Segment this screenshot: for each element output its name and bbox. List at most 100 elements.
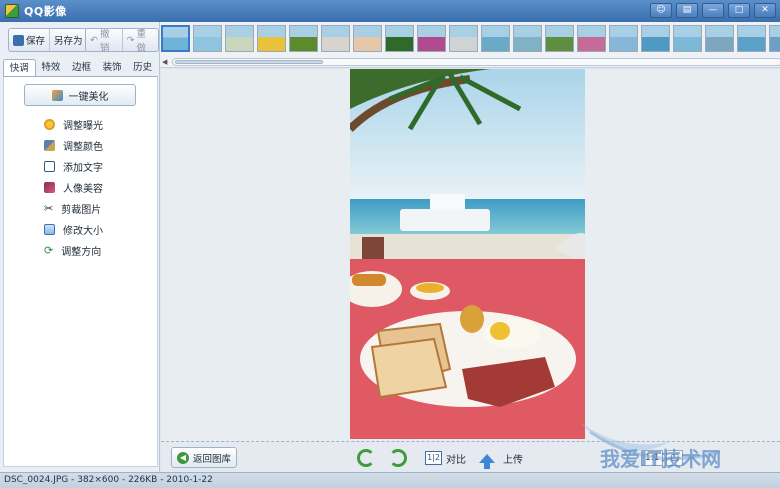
menu-item-resize[interactable]: 修改大小 xyxy=(44,219,103,240)
menu-item-exposure[interactable]: 调整曝光 xyxy=(44,114,103,135)
rotate-right-icon xyxy=(389,449,407,467)
photo-preview[interactable] xyxy=(350,69,585,439)
thumbnail[interactable] xyxy=(609,25,638,52)
upload-label: 上传 xyxy=(503,454,523,466)
zoom-control[interactable]: 1:1 ▢ xyxy=(641,449,683,466)
thumbnail[interactable] xyxy=(161,25,190,52)
close-icon[interactable]: ✕ xyxy=(754,3,776,18)
thumbnail[interactable] xyxy=(353,25,382,52)
thumbnail[interactable] xyxy=(577,25,606,52)
thumbnail[interactable] xyxy=(321,25,350,52)
back-arrow-icon: ◀ xyxy=(177,451,189,464)
menu-item-text[interactable]: 添加文字 xyxy=(44,156,103,177)
tab-effects[interactable]: 特效 xyxy=(36,59,67,76)
one-key-beautify-button[interactable]: 一键美化 xyxy=(24,84,136,106)
thumbnail[interactable] xyxy=(385,25,414,52)
menu-item-portrait[interactable]: 人像美容 xyxy=(44,177,103,198)
save-as-label: 另存为 xyxy=(54,36,83,47)
thumbnail[interactable] xyxy=(641,25,670,52)
minimize-icon[interactable]: — xyxy=(702,3,724,18)
thumbnail[interactable] xyxy=(769,25,780,52)
undo-icon: ↶ xyxy=(90,34,98,46)
bottom-toolbar: ◀ 返回图库 1|2 对比 上传 1:1 ▢ xyxy=(161,441,780,472)
app-logo-icon xyxy=(5,4,19,18)
tab-quick[interactable]: 快调 xyxy=(3,59,36,76)
thumbnail[interactable] xyxy=(673,25,702,52)
undo-label: 撤销 xyxy=(99,29,110,54)
maximize-icon[interactable]: □ xyxy=(728,3,750,18)
scrollbar-thumb[interactable] xyxy=(175,60,323,64)
thumbnail-list xyxy=(161,25,780,52)
save-button[interactable]: 保存 xyxy=(9,29,49,51)
menu-item-label: 调整方向 xyxy=(61,247,102,258)
save-as-button[interactable]: 另存为 xyxy=(49,29,87,51)
menu-item-label: 调整颜色 xyxy=(63,142,103,153)
thumbnail[interactable] xyxy=(449,25,478,52)
menu-item-color[interactable]: 调整颜色 xyxy=(44,135,103,156)
sun-icon xyxy=(44,119,55,130)
thumbnail[interactable] xyxy=(257,25,286,52)
magic-wand-icon xyxy=(51,89,63,101)
title-bar: QQ影像 ☺ ▤ — □ ✕ xyxy=(0,0,780,22)
thumbnail-strip: ◀ xyxy=(160,22,780,68)
thumbnail[interactable] xyxy=(545,25,574,52)
menu-item-label: 剪裁图片 xyxy=(61,205,102,216)
horizontal-scrollbar[interactable] xyxy=(172,58,780,66)
window-title: QQ影像 xyxy=(24,5,67,18)
tab-decorations[interactable]: 装饰 xyxy=(97,59,128,76)
text-icon xyxy=(44,161,55,172)
quick-panel: 一键美化 调整曝光 调整颜色 添加文字 人像美容 ✂ 剪裁图片 修改大小 ⟳ 调… xyxy=(3,77,158,467)
upload-button[interactable]: 上传 xyxy=(479,448,523,469)
compare-button[interactable]: 1|2 对比 xyxy=(425,448,466,468)
menu-item-orientation[interactable]: ⟳ 调整方向 xyxy=(44,240,103,261)
tool-tabs: 快调 特效 边框 装饰 历史 xyxy=(3,59,158,77)
thumbnail[interactable] xyxy=(737,25,766,52)
thumbnail[interactable] xyxy=(193,25,222,52)
rotate-icon: ⟳ xyxy=(44,244,54,257)
thumbnail[interactable] xyxy=(705,25,734,52)
quick-menu: 调整曝光 调整颜色 添加文字 人像美容 ✂ 剪裁图片 修改大小 ⟳ 调整方向 xyxy=(44,114,103,261)
rotate-right-button[interactable] xyxy=(389,448,407,468)
portrait-icon xyxy=(44,182,55,193)
thumbnail[interactable] xyxy=(513,25,542,52)
undo-button[interactable]: ↶ 撤销 xyxy=(86,29,122,54)
save-group: 保存 另存为 xyxy=(8,28,88,52)
thumbnail[interactable] xyxy=(225,25,254,52)
tab-history[interactable]: 历史 xyxy=(127,59,158,76)
skin-icon[interactable]: ☺ xyxy=(650,3,672,18)
rotate-left-icon xyxy=(357,449,375,467)
left-panel: 保存 另存为 ↶ 撤销 ↷ 重做 快调 特效 边框 装饰 历史 一键美化 调整曝… xyxy=(0,22,160,472)
compare-icon: 1|2 xyxy=(425,451,442,465)
compare-label: 对比 xyxy=(446,454,466,466)
status-bar: DSC_0024.JPG - 382×600 - 226KB - 2010-1-… xyxy=(0,472,780,488)
zoom-level[interactable]: 1:1 xyxy=(641,449,664,466)
scissors-icon: ✂ xyxy=(44,202,54,215)
floppy-icon xyxy=(13,34,24,46)
back-label: 返回图库 xyxy=(193,453,232,465)
upload-arrow-icon xyxy=(479,453,495,469)
resize-icon xyxy=(44,224,55,235)
image-canvas xyxy=(161,69,780,441)
scroll-left-icon[interactable]: ◀ xyxy=(162,58,167,66)
one-key-label: 一键美化 xyxy=(68,91,109,103)
menu-icon[interactable]: ▤ xyxy=(676,3,698,18)
redo-button[interactable]: ↷ 重做 xyxy=(121,29,159,54)
back-to-library-button[interactable]: ◀ 返回图库 xyxy=(171,447,237,468)
thumbnail[interactable] xyxy=(481,25,510,52)
menu-item-label: 添加文字 xyxy=(63,163,103,174)
beach-breakfast-photo xyxy=(350,69,585,439)
fit-window-icon[interactable]: ▢ xyxy=(666,449,683,466)
menu-item-label: 人像美容 xyxy=(63,184,103,195)
redo-label: 重做 xyxy=(136,29,146,54)
menu-item-crop[interactable]: ✂ 剪裁图片 xyxy=(44,198,103,219)
rotate-left-button[interactable] xyxy=(357,448,375,468)
thumbnail[interactable] xyxy=(417,25,446,52)
thumbnail[interactable] xyxy=(289,25,318,52)
redo-icon: ↷ xyxy=(126,34,135,46)
menu-item-label: 调整曝光 xyxy=(63,121,103,132)
palette-icon xyxy=(44,140,55,151)
save-label: 保存 xyxy=(26,36,46,47)
menu-item-label: 修改大小 xyxy=(63,226,103,237)
tab-borders[interactable]: 边框 xyxy=(66,59,97,76)
history-group: ↶ 撤销 ↷ 重做 xyxy=(85,28,159,54)
